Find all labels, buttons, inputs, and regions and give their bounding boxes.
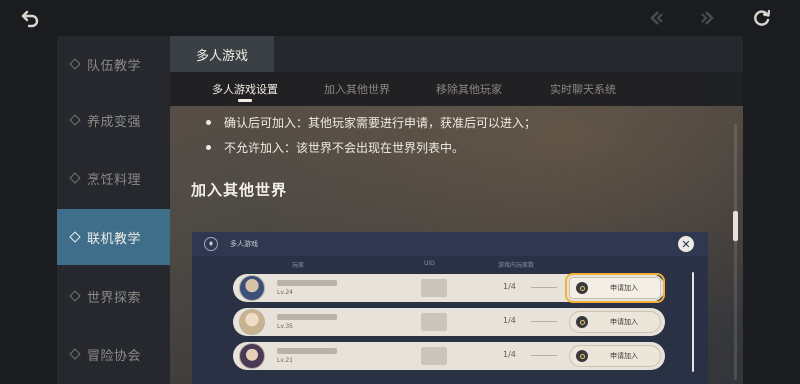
sidebar-item-label: 冒险协会 — [87, 348, 142, 364]
diamond-icon — [69, 231, 81, 243]
player-row: Lv.24 1/4 申请加入 — [233, 273, 665, 303]
player-count: 1/4 — [503, 282, 516, 291]
tab-underline — [238, 99, 252, 102]
join-request-button: 申请加入 — [565, 273, 665, 303]
avatar — [239, 309, 265, 335]
join-label: 申请加入 — [610, 284, 638, 292]
avatar — [239, 275, 265, 301]
panel-header: 多人游戏 — [170, 36, 743, 72]
column-header-uid: UID — [424, 260, 435, 267]
diamond-icon — [69, 172, 81, 184]
tab-bar: 多人游戏设置 加入其他世界 移除其他玩家 实时聊天系统 — [170, 72, 743, 106]
player-count: 1/4 — [503, 350, 516, 359]
scrollbar-thumb[interactable] — [733, 211, 738, 241]
example-screenshot: ♦ 多人游戏 ✕ 玩家 UID 游戏内玩家数 Lv.24 1/4 申请加入 Lv… — [192, 232, 708, 384]
bullet-item: 不允许加入：该世界不会出现在世界列表中。 — [206, 139, 464, 156]
top-bar — [0, 0, 800, 36]
back-arrow-icon[interactable] — [18, 6, 42, 30]
sidebar-item-label: 队伍教学 — [87, 58, 142, 74]
column-header-count: 游戏内玩家数 — [498, 262, 535, 269]
join-request-button: 申请加入 — [569, 311, 661, 333]
row-divider — [531, 355, 557, 356]
join-label: 申请加入 — [610, 352, 638, 360]
diamond-icon — [69, 348, 81, 360]
sidebar-item-team-tutorial[interactable]: 队伍教学 — [57, 36, 170, 92]
player-row: Lv.21 1/4 申请加入 — [233, 342, 665, 370]
player-row: Lv.35 1/4 申请加入 — [233, 308, 665, 336]
uid-redacted — [421, 313, 447, 331]
sidebar-item-coop-tutorial[interactable]: 联机教学 — [57, 209, 173, 265]
row-divider — [531, 321, 557, 322]
bullet-dot — [206, 145, 211, 150]
close-icon: ✕ — [678, 236, 694, 252]
bullet-item: 确认后可加入：其他玩家需要进行申请，获准后可以进入； — [206, 114, 536, 131]
bullet-text: 确认后可加入：其他玩家需要进行申请，获准后可以进入； — [224, 116, 537, 130]
sidebar-item-label: 养成变强 — [87, 114, 142, 130]
confirm-icon — [576, 316, 588, 328]
player-level: Lv.35 — [277, 323, 293, 330]
join-request-button: 申请加入 — [569, 345, 661, 367]
sidebar-item-grow-stronger[interactable]: 养成变强 — [57, 92, 170, 148]
player-name-redacted — [277, 348, 337, 354]
tab-remove-players[interactable]: 移除其他玩家 — [422, 72, 516, 106]
player-count: 1/4 — [503, 316, 516, 325]
prev-icon[interactable] — [644, 6, 668, 30]
join-label: 申请加入 — [610, 318, 638, 326]
refresh-icon[interactable] — [750, 6, 774, 30]
avatar — [239, 343, 265, 369]
tab-live-chat[interactable]: 实时聊天系统 — [536, 72, 630, 106]
sidebar-item-world-exploration[interactable]: 世界探索 — [57, 268, 170, 324]
diamond-icon — [69, 114, 81, 126]
player-name-redacted — [277, 314, 337, 320]
embed-header: ♦ 多人游戏 ✕ — [192, 232, 708, 256]
panel-title: 多人游戏 — [170, 36, 274, 72]
uid-redacted — [421, 279, 447, 297]
sidebar-item-cooking[interactable]: 烹饪料理 — [57, 150, 170, 206]
sidebar-item-label: 世界探索 — [87, 290, 142, 306]
sidebar: 队伍教学 养成变强 烹饪料理 联机教学 世界探索 冒险协会 — [57, 36, 173, 384]
player-level: Lv.21 — [277, 357, 293, 364]
multiplayer-icon: ♦ — [204, 237, 218, 251]
content-panel: 多人游戏 多人游戏设置 加入其他世界 移除其他玩家 实时聊天系统 确认后可加入：… — [170, 36, 743, 384]
player-name-redacted — [277, 280, 337, 286]
uid-redacted — [421, 347, 447, 365]
column-header-player: 玩家 — [292, 262, 305, 269]
bullet-dot — [206, 120, 211, 125]
diamond-icon — [69, 290, 81, 302]
diamond-icon — [69, 58, 81, 70]
embed-scrollbar — [692, 272, 694, 372]
bullet-text: 不允许加入：该世界不会出现在世界列表中。 — [224, 141, 465, 155]
scrollbar-track[interactable] — [734, 124, 737, 380]
sidebar-item-label: 联机教学 — [87, 231, 142, 247]
confirm-icon — [576, 282, 588, 294]
confirm-icon — [576, 350, 588, 362]
next-icon[interactable] — [696, 6, 720, 30]
row-divider — [531, 287, 557, 288]
embed-title: 多人游戏 — [230, 240, 258, 248]
tab-join-other-worlds[interactable]: 加入其他世界 — [310, 72, 404, 106]
sidebar-item-adventurers-guild[interactable]: 冒险协会 — [57, 326, 170, 382]
player-level: Lv.24 — [277, 289, 293, 296]
sidebar-item-label: 烹饪料理 — [87, 172, 142, 188]
section-title: 加入其他世界 — [191, 181, 288, 199]
